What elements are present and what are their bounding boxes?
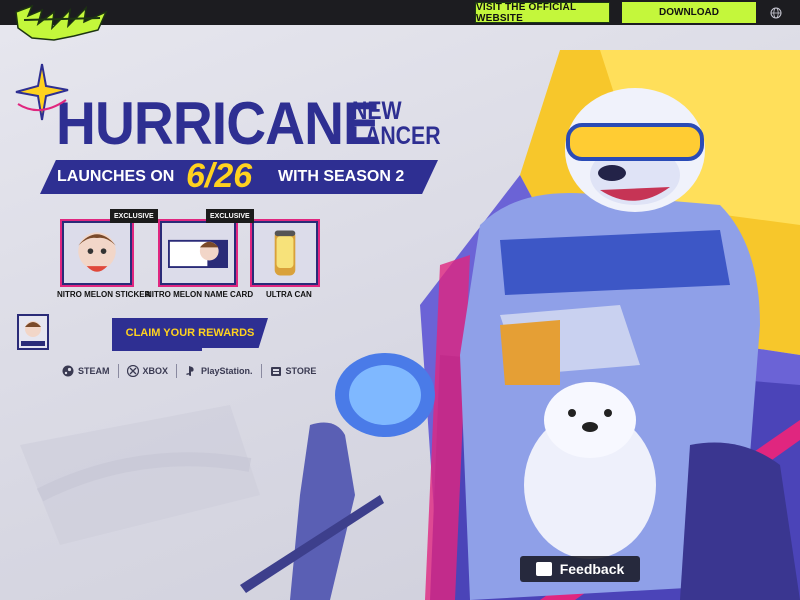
playstation-icon	[186, 366, 194, 376]
claim-rewards-button[interactable]: CLAIM YOUR REWARDS	[112, 318, 268, 348]
feedback-label: Feedback	[559, 561, 625, 577]
steam-icon	[62, 365, 74, 377]
nitro-melon-sticker-image	[78, 232, 116, 272]
launch-prefix-text: LAUNCHES ON	[57, 168, 175, 185]
xbox-icon	[126, 365, 139, 377]
starburst-decoration	[15, 63, 69, 121]
download-button[interactable]: DOWNLOAD	[622, 2, 756, 23]
feedback-icon	[535, 562, 552, 576]
hero-subtitle-lancer: LANCER	[352, 122, 441, 150]
store-icon	[270, 367, 281, 376]
hero-subtitle-new: NEW	[352, 97, 402, 125]
hero-title: HURRICANE	[56, 90, 380, 157]
exclusive-badge-sticker: EXCLUSIVE	[110, 209, 158, 223]
claim-button-underline	[112, 348, 202, 351]
launch-suffix-text: WITH SEASON 2	[278, 168, 405, 185]
platform-playstation[interactable]: PlayStation.	[177, 364, 262, 378]
nitro-melon-name-card-image	[168, 239, 228, 268]
top-navigation-bar: VISIT THE OFFICIAL WEBSITE DOWNLOAD	[0, 0, 800, 25]
platform-playstation-label: PlayStation.	[201, 366, 253, 376]
globe-icon[interactable]	[770, 7, 782, 19]
reward-card-ultracan	[250, 219, 320, 287]
platform-xbox[interactable]: XBOX	[119, 364, 178, 378]
platform-xbox-label: XBOX	[142, 366, 169, 376]
exclusive-badge-namecard: EXCLUSIVE	[206, 209, 254, 223]
reward-card-sticker	[60, 219, 134, 287]
platform-steam[interactable]: STEAM	[62, 364, 119, 378]
platform-steam-label: STEAM	[78, 366, 110, 376]
reward-label-sticker: NITRO MELON STICKER	[57, 290, 151, 299]
platform-store-label: STORE	[285, 366, 317, 376]
launch-date: 6/26	[186, 157, 253, 195]
event-thumbnail-image	[21, 321, 45, 346]
fragpunk-logo[interactable]	[14, 2, 110, 44]
reward-card-namecard	[158, 219, 238, 287]
platform-list: STEAM XBOX PlayStation. STORE	[62, 362, 324, 380]
ultra-can-image	[274, 230, 296, 276]
visit-official-website-button[interactable]: VISIT THE OFFICIAL WEBSITE	[475, 2, 610, 24]
platform-store[interactable]: STORE	[262, 364, 325, 378]
reward-label-namecard: NITRO MELON NAME CARD	[146, 290, 254, 299]
feedback-button[interactable]: Feedback	[520, 556, 640, 582]
event-thumbnail[interactable]	[17, 314, 49, 350]
reward-label-ultracan: ULTRA CAN	[266, 290, 312, 299]
